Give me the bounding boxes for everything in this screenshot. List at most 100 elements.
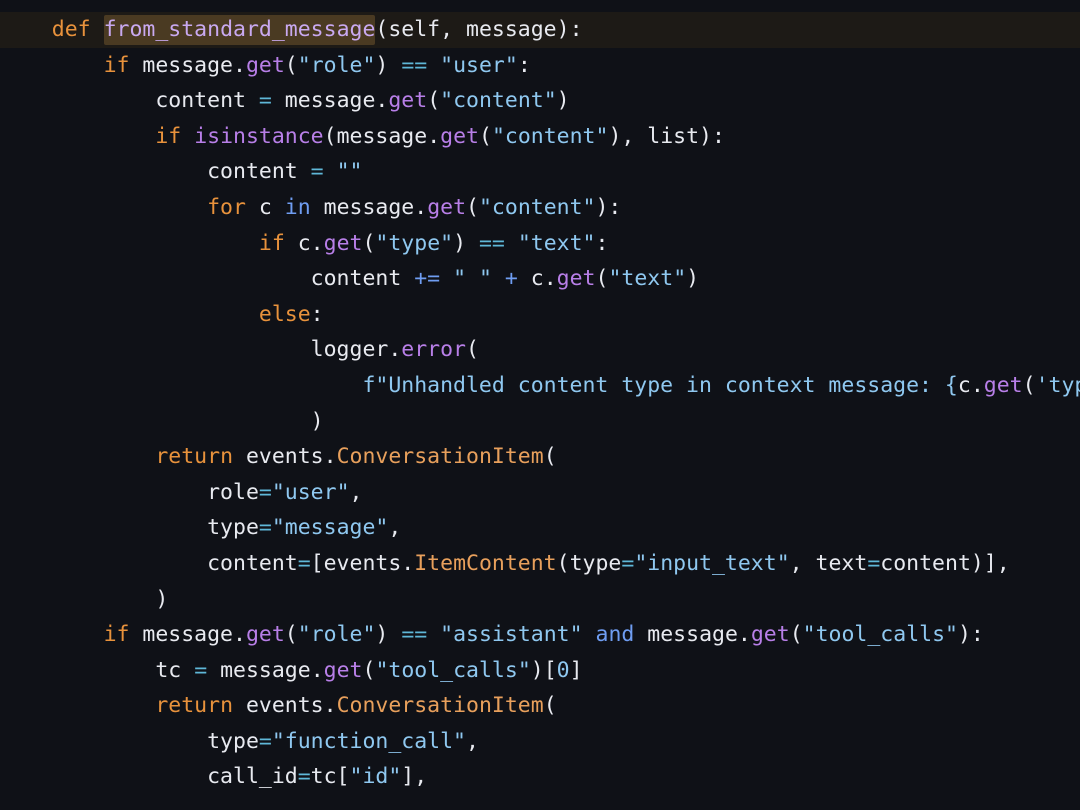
code-token: ) — [375, 622, 402, 648]
code-token: = — [297, 550, 311, 576]
code-line[interactable]: else: — [0, 297, 1080, 333]
code-line[interactable]: ) — [0, 582, 1080, 618]
code-line[interactable]: return events.ConversationItem( — [0, 688, 1080, 724]
code-token: (message. — [323, 123, 441, 149]
code-line[interactable]: logger.error( — [0, 332, 1080, 368]
code-token: c. — [517, 266, 557, 292]
code-token: 'type — [1035, 372, 1080, 398]
code-line[interactable]: return events.ConversationItem( — [0, 439, 1080, 475]
code-token: get — [245, 622, 285, 648]
code-token: get — [750, 622, 790, 648]
code-line[interactable]: content=[events.ItemContent(type="input_… — [0, 546, 1080, 582]
code-token: == — [401, 52, 428, 78]
code-token: ( — [362, 657, 376, 683]
code-line[interactable]: type="function_call", — [0, 724, 1080, 760]
code-token: "input_text" — [634, 550, 790, 576]
code-token: "text" — [517, 230, 596, 256]
code-token: ) — [155, 586, 169, 612]
code-line[interactable]: content = message.get("content") — [0, 83, 1080, 119]
code-line[interactable]: tc = message.get("tool_calls")[0] — [0, 653, 1080, 689]
code-content[interactable]: def from_standard_message(self, message)… — [0, 12, 1080, 795]
code-line[interactable]: if message.get("role") == "assistant" an… — [0, 617, 1080, 653]
code-token: content)], — [880, 550, 1010, 576]
code-token: , — [349, 479, 363, 505]
code-token: 0 — [556, 657, 570, 683]
code-token: c. — [284, 230, 324, 256]
code-token: message. — [129, 52, 246, 78]
code-token: ): — [595, 194, 622, 220]
code-token: message. — [129, 622, 246, 648]
code-line[interactable]: role="user", — [0, 475, 1080, 511]
code-token: ( — [466, 194, 479, 220]
code-token: , — [388, 515, 402, 541]
code-token: get — [323, 230, 363, 256]
code-token: "text" — [608, 266, 687, 292]
code-token: ( — [284, 622, 298, 648]
code-line[interactable]: type="message", — [0, 510, 1080, 546]
code-token: )[ — [530, 657, 557, 683]
code-token: = — [621, 550, 635, 576]
code-token: ( — [543, 444, 557, 470]
code-token: message. — [310, 194, 428, 220]
code-token: ( — [284, 52, 298, 78]
code-token: = — [258, 88, 272, 114]
code-token: for — [207, 194, 246, 220]
code-token: "content" — [440, 88, 557, 114]
code-token: "role" — [297, 622, 376, 648]
code-token: ] — [569, 657, 583, 683]
code-editor[interactable]: def from_standard_message(self, message)… — [0, 0, 1080, 810]
code-line[interactable]: if isinstance(message.get("content"), li… — [0, 119, 1080, 155]
highlighted-token: from_standard_message — [103, 15, 376, 45]
code-token: = — [258, 515, 272, 541]
code-token: ( — [595, 266, 609, 292]
code-token: get — [245, 52, 285, 78]
code-token: = — [297, 764, 311, 790]
code-token: get — [556, 266, 596, 292]
code-token: if — [155, 123, 182, 149]
code-line[interactable]: if c.get("type") == "text": — [0, 226, 1080, 262]
code-line[interactable]: for c in message.get("content"): — [0, 190, 1080, 226]
code-token: content — [155, 88, 259, 114]
code-token: get — [440, 123, 479, 149]
code-token: : — [517, 52, 531, 78]
code-token: ) — [453, 230, 479, 256]
code-token: [events. — [310, 550, 415, 576]
code-line[interactable]: def from_standard_message(self, message)… — [0, 12, 1080, 48]
code-line[interactable]: content += " " + c.get("text") — [0, 261, 1080, 297]
code-line[interactable]: call_id=tc["id"], — [0, 759, 1080, 795]
code-token: , — [466, 728, 479, 754]
code-token: " " — [453, 266, 492, 292]
code-token: "type" — [375, 230, 454, 256]
code-token: "user" — [440, 52, 518, 78]
code-line[interactable]: content = "" — [0, 154, 1080, 190]
code-line[interactable]: ) — [0, 404, 1080, 440]
code-token: get — [983, 372, 1023, 398]
code-token: "user" — [271, 479, 350, 505]
code-line[interactable]: f"Unhandled content type in context mess… — [0, 368, 1080, 404]
code-line[interactable]: if message.get("role") == "user": — [0, 48, 1080, 84]
code-token: content — [207, 550, 298, 576]
code-token: = — [258, 479, 272, 505]
code-token: ( — [1022, 372, 1036, 398]
code-token: = — [310, 159, 324, 185]
